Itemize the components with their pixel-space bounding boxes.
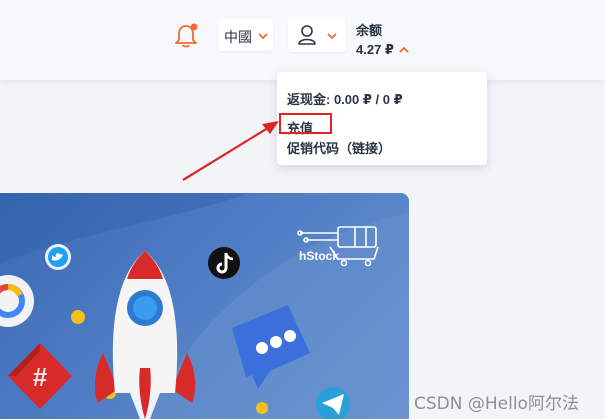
annotation-highlight-box xyxy=(279,113,332,134)
hashtag-icon: # xyxy=(8,343,72,409)
balance-value[interactable]: 4.27 ₽ xyxy=(356,42,394,58)
balance-label[interactable]: 余额 xyxy=(356,20,382,39)
emoji-icon xyxy=(71,310,85,324)
tiktok-icon xyxy=(208,247,240,279)
banner-illustration: # xyxy=(0,193,409,419)
chevron-down-icon xyxy=(326,29,338,41)
rocket-icon xyxy=(94,251,196,419)
notification-bell-icon[interactable] xyxy=(172,22,200,50)
twitter-icon xyxy=(45,244,71,270)
watermark-text: CSDN @Hello阿尔法 xyxy=(414,394,579,414)
emoji-icon xyxy=(256,402,268,414)
user-icon xyxy=(297,24,317,46)
top-bar: 中國 余额 4.27 ₽ xyxy=(0,0,605,80)
language-select[interactable]: 中國 xyxy=(218,19,273,51)
annotation-arrow xyxy=(182,121,279,181)
google-icon xyxy=(0,275,34,327)
promo-banner: # hStock xyxy=(0,193,409,419)
svg-text:#: # xyxy=(33,362,48,392)
language-label: 中國 xyxy=(224,29,252,45)
user-menu-button[interactable] xyxy=(288,17,346,52)
chevron-down-icon xyxy=(257,29,269,41)
cashback-text: 返现金: 0.00 ₽ / 0 ₽ xyxy=(287,92,403,107)
hstock-logo-text: hStock xyxy=(299,249,340,263)
chevron-up-icon[interactable] xyxy=(398,43,410,55)
promo-code-link[interactable]: 促销代码（链接） xyxy=(287,138,391,157)
